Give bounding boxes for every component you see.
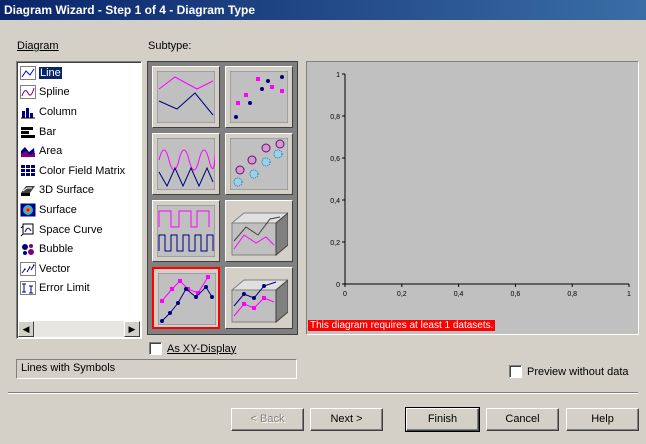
subtype-line-plain[interactable] bbox=[152, 66, 220, 128]
diagram-type-space-curve[interactable]: Space Curve bbox=[17, 220, 141, 240]
y-tick-label: 0 bbox=[336, 282, 340, 289]
preview-without-data-label: Preview without data bbox=[527, 365, 629, 378]
diagram-type-bubble[interactable]: Bubble bbox=[17, 239, 141, 259]
diagram-type-label: Color Field Matrix bbox=[39, 164, 126, 177]
3d-surface-icon bbox=[20, 183, 36, 197]
x-tick-label: 0,2 bbox=[397, 291, 407, 298]
diagram-type-label: Bar bbox=[39, 125, 57, 138]
diagram-type-area[interactable]: Area bbox=[17, 141, 141, 161]
y-tick-label: 0,8 bbox=[330, 114, 340, 121]
y-tick-label: 0,4 bbox=[330, 198, 340, 205]
subtype-description: Lines with Symbols bbox=[16, 359, 297, 379]
as-xy-display-checkbox[interactable]: As XY-Display bbox=[149, 342, 236, 355]
window-title: Diagram Wizard - Step 1 of 4 - Diagram T… bbox=[0, 0, 646, 20]
subtype-grid bbox=[147, 61, 298, 335]
diagram-type-label: Spline bbox=[39, 86, 70, 99]
diagram-type-error-limit[interactable]: Error Limit bbox=[17, 279, 141, 299]
checkbox-box[interactable] bbox=[509, 365, 522, 378]
line-3d-symbols-thumbnail bbox=[230, 279, 288, 324]
subtype-line-step[interactable] bbox=[152, 200, 220, 262]
horizontal-scrollbar[interactable]: ◀ ▶ bbox=[18, 321, 140, 337]
x-tick-label: 0,8 bbox=[567, 291, 577, 298]
diagram-type-label: Space Curve bbox=[39, 223, 103, 236]
y-tick-label: 1 bbox=[336, 72, 340, 79]
subtype-line-3d-plain[interactable] bbox=[225, 200, 293, 262]
vector-chart-icon bbox=[20, 261, 36, 276]
cancel-button[interactable]: Cancel bbox=[486, 408, 559, 431]
diagram-preview: 0 0,2 0,4 0,6 0,8 1 0 0,2 0,4 0,6 0,8 1 This diagra… bbox=[306, 61, 639, 335]
preview-without-data-checkbox[interactable]: Preview without data bbox=[509, 365, 629, 378]
error-limit-icon bbox=[20, 281, 36, 296]
diagram-label: Diagram bbox=[17, 40, 59, 52]
separator bbox=[8, 392, 638, 394]
next-button[interactable]: Next > bbox=[310, 408, 383, 431]
back-button[interactable]: < Back bbox=[231, 408, 304, 431]
line-sine-thumbnail bbox=[157, 138, 215, 190]
bar-chart-icon bbox=[20, 125, 36, 139]
subtype-line-with-symbols[interactable] bbox=[152, 267, 220, 329]
spline-chart-icon bbox=[20, 85, 36, 100]
as-xy-display-label: As XY-Display bbox=[167, 342, 237, 355]
area-chart-icon bbox=[20, 144, 36, 158]
diagram-type-3d-surface[interactable]: 3D Surface bbox=[17, 181, 141, 201]
diagram-type-label: 3D Surface bbox=[39, 184, 95, 197]
subtype-line-3d-symbols[interactable] bbox=[225, 267, 293, 329]
diagram-type-label: Surface bbox=[39, 203, 77, 216]
scroll-right-button[interactable]: ▶ bbox=[124, 321, 140, 337]
diagram-type-bar[interactable]: Bar bbox=[17, 122, 141, 142]
finish-button[interactable]: Finish bbox=[405, 407, 480, 432]
diagram-type-label: Vector bbox=[39, 262, 71, 275]
diagram-type-label: Area bbox=[39, 145, 63, 158]
column-chart-icon bbox=[20, 105, 36, 119]
diagram-type-label: Line bbox=[39, 66, 62, 79]
subtype-line-sine[interactable] bbox=[152, 133, 220, 195]
diagram-type-surface[interactable]: Surface bbox=[17, 200, 141, 220]
x-tick-label: 1 bbox=[627, 291, 631, 298]
subtype-line-symbols-only[interactable] bbox=[225, 66, 293, 128]
help-button[interactable]: Help bbox=[566, 408, 639, 431]
subtype-line-bubbles[interactable] bbox=[225, 133, 293, 195]
line-3d-thumbnail bbox=[230, 212, 288, 257]
checkbox-box[interactable] bbox=[149, 342, 162, 355]
line-plain-thumbnail bbox=[157, 71, 215, 123]
diagram-type-vector[interactable]: Vector bbox=[17, 259, 141, 279]
diagram-type-color-field-matrix[interactable]: Color Field Matrix bbox=[17, 161, 141, 181]
scroll-left-button[interactable]: ◀ bbox=[18, 321, 34, 337]
diagram-type-label: Column bbox=[39, 105, 77, 118]
diagram-type-label: Error Limit bbox=[39, 282, 90, 295]
x-tick-label: 0 bbox=[343, 291, 347, 298]
space-curve-icon bbox=[20, 223, 36, 237]
line-step-thumbnail bbox=[157, 205, 215, 257]
color-field-matrix-icon bbox=[20, 164, 36, 178]
preview-error-message: This diagram requires at least 1 dataset… bbox=[308, 320, 496, 331]
preview-axes: 0 0,2 0,4 0,6 0,8 1 0 0,2 0,4 0,6 0,8 1 bbox=[330, 72, 631, 298]
diagram-type-label: Bubble bbox=[39, 243, 74, 256]
line-chart-icon bbox=[20, 65, 36, 80]
surface-icon bbox=[20, 203, 36, 217]
bubble-chart-icon bbox=[20, 242, 36, 256]
diagram-type-line[interactable]: Line bbox=[17, 63, 141, 83]
x-tick-label: 0,4 bbox=[454, 291, 464, 298]
diagram-type-column[interactable]: Column bbox=[17, 102, 141, 122]
diagram-type-list[interactable]: Line Spline Column Bar Area Color Field Matri… bbox=[16, 61, 142, 339]
y-tick-label: 0,2 bbox=[330, 240, 340, 247]
diagram-type-spline[interactable]: Spline bbox=[17, 83, 141, 103]
subtype-label: Subtype: bbox=[148, 40, 192, 52]
line-bubbles-thumbnail bbox=[230, 138, 288, 190]
x-tick-label: 0,6 bbox=[511, 291, 521, 298]
line-symbols-thumbnail bbox=[230, 71, 288, 123]
y-tick-label: 0,6 bbox=[330, 156, 340, 163]
line-with-symbols-thumbnail bbox=[158, 273, 216, 325]
